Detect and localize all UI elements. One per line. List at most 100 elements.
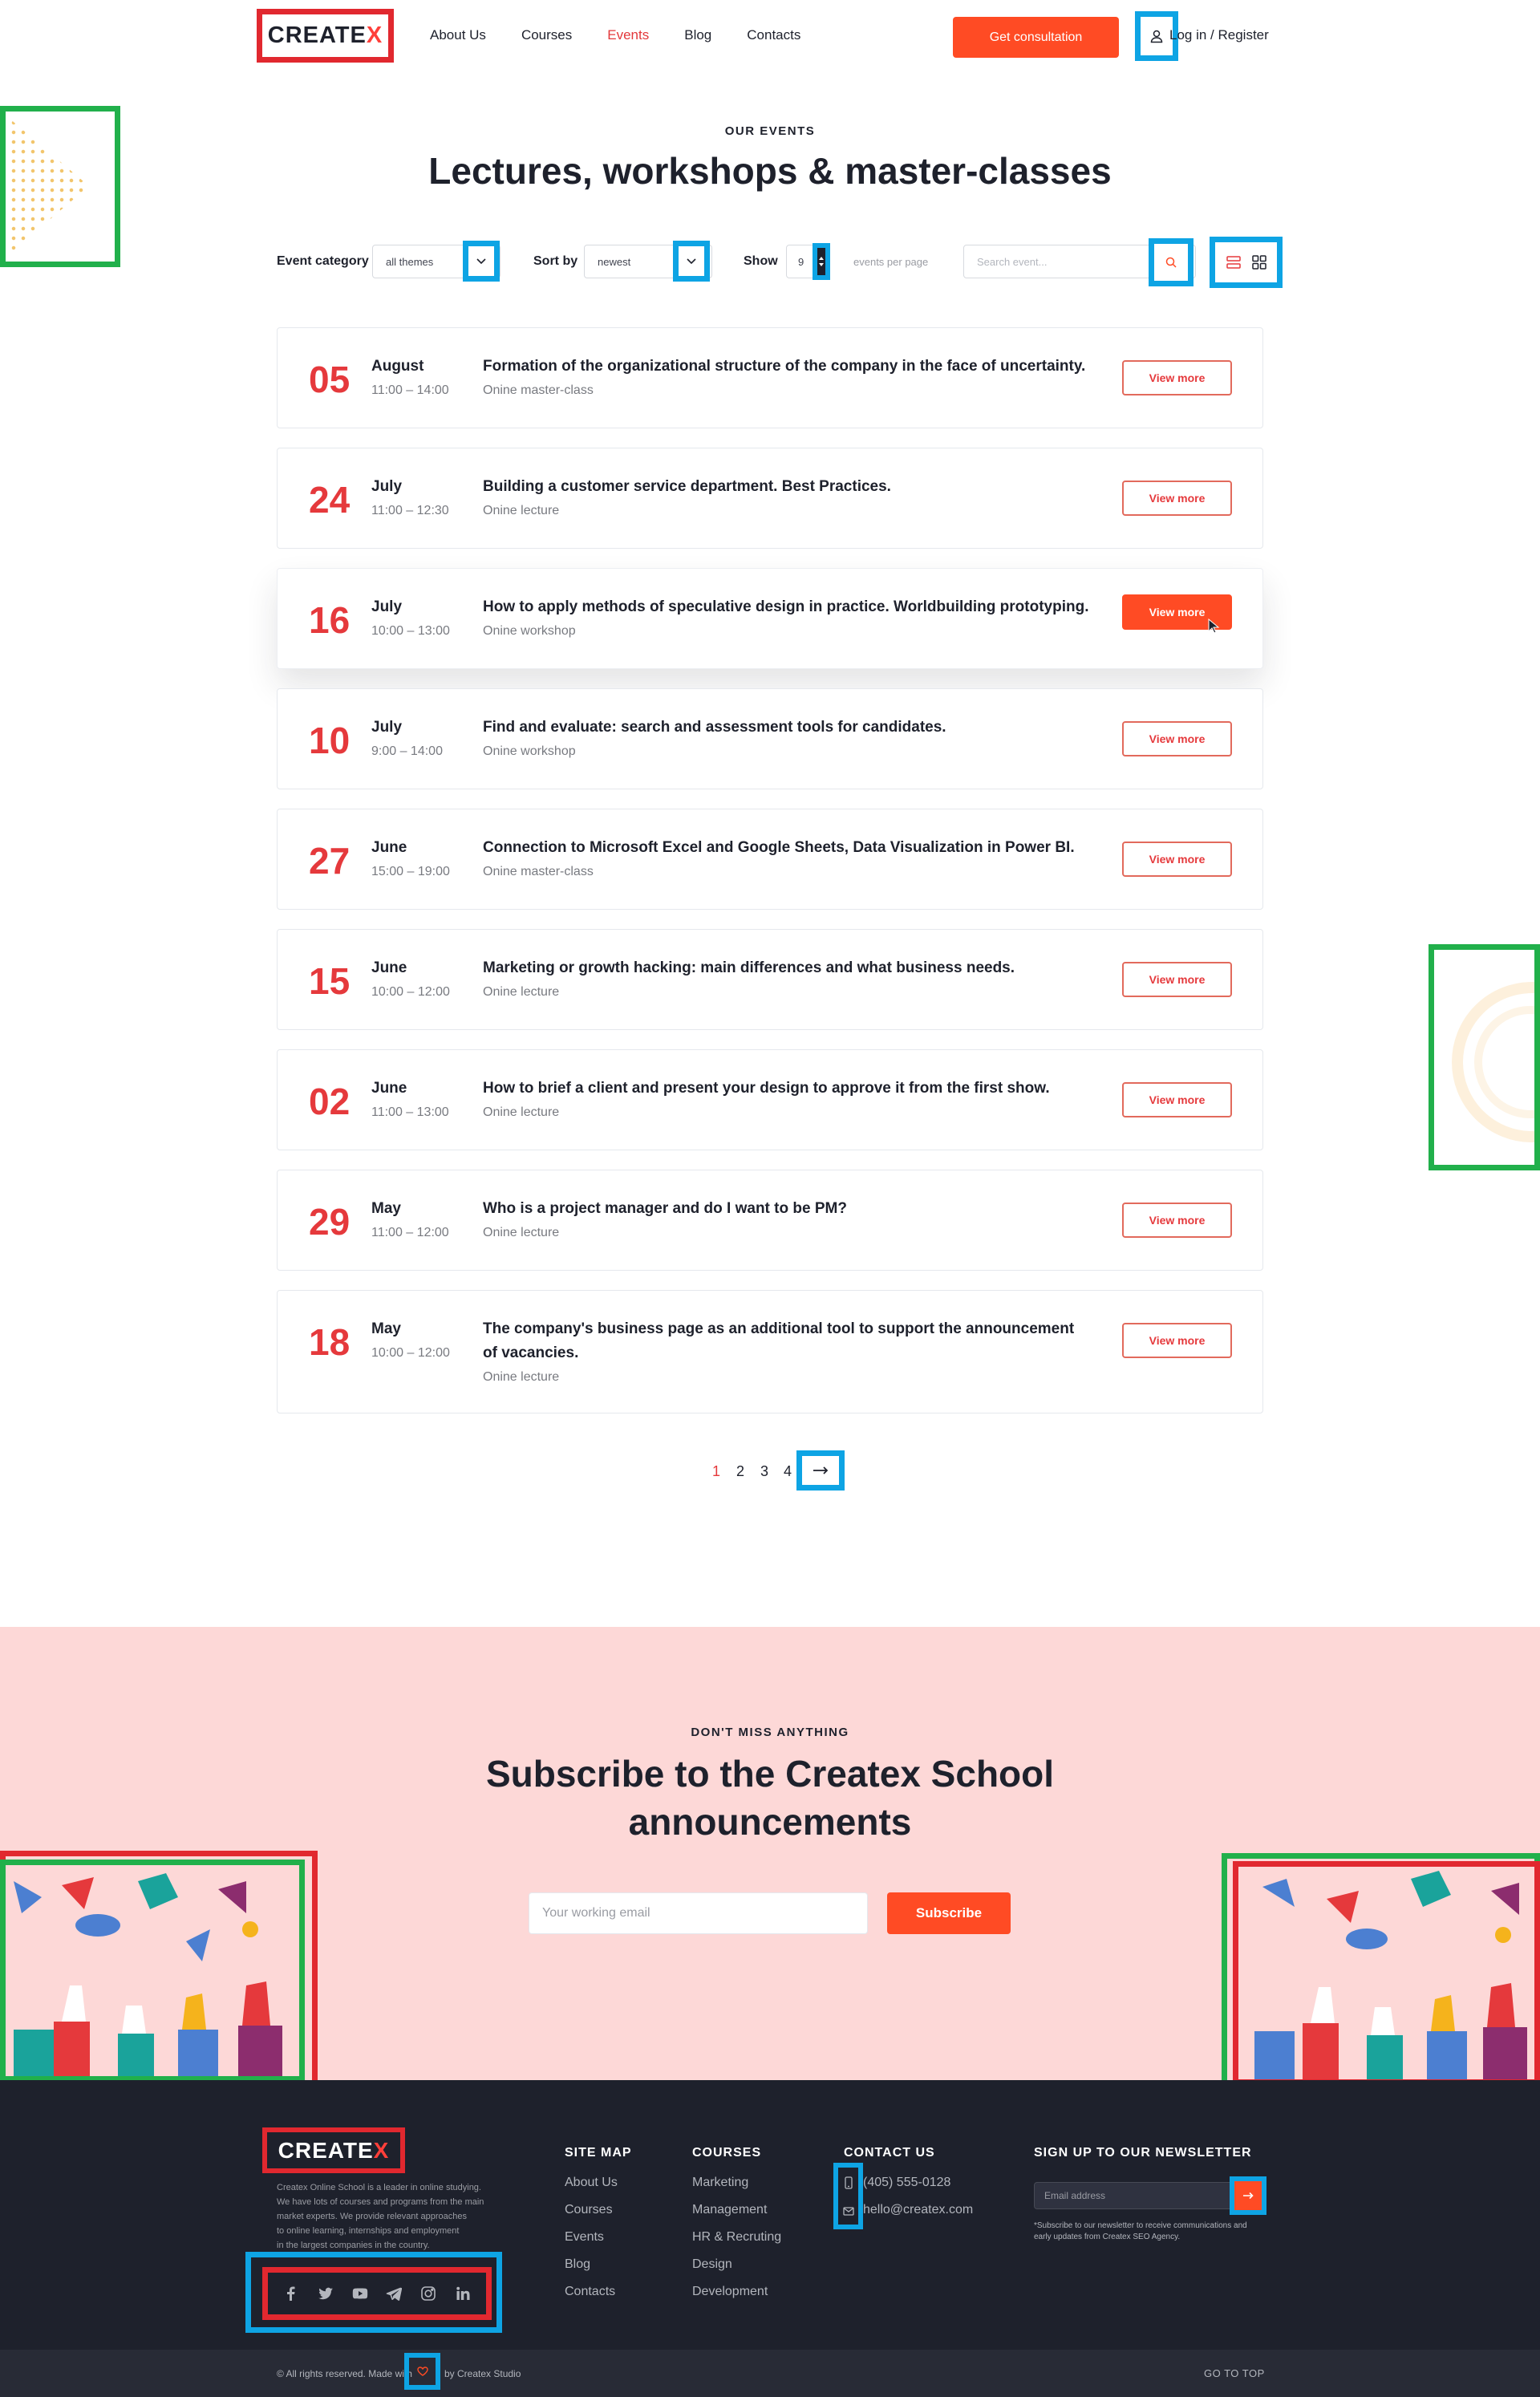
newsletter-email-input[interactable]: Email address (1034, 2182, 1237, 2209)
mail-icon (842, 2207, 854, 2216)
view-more-button[interactable]: View more (1122, 842, 1232, 877)
event-card: 02 June 11:00 – 13:00 How to brief a cli… (277, 1049, 1263, 1150)
footer-logo[interactable]: CREATE X (262, 2127, 405, 2173)
sitemap-contacts[interactable]: Contacts (565, 2278, 618, 2306)
event-type: Onine lecture (483, 985, 560, 999)
event-month: June (371, 959, 407, 976)
mouse-cursor-icon (1208, 619, 1220, 634)
login-register-link[interactable]: Log in / Register (1169, 27, 1269, 43)
course-hr-recruting[interactable]: HR & Recruting (692, 2224, 781, 2251)
newsletter-note-line: *Subscribe to our newsletter to receive … (1034, 2221, 1247, 2230)
telegram-icon[interactable] (386, 2285, 403, 2302)
get-consultation-button[interactable]: Get consultation (953, 17, 1119, 58)
event-title[interactable]: Marketing or growth hacking: main differ… (483, 956, 1092, 980)
contact-email[interactable]: hello@createx.com (863, 2196, 973, 2224)
show-count-spinner-icon[interactable] (813, 243, 830, 280)
subscribe-title-line1: Subscribe to the Createx School (485, 1753, 1055, 1795)
header-logo[interactable]: CREATE X (257, 9, 394, 63)
sort-chevron-down-icon[interactable] (673, 241, 710, 282)
list-view-icon[interactable] (1226, 255, 1241, 270)
page-title: Lectures, workshops & master-classes (428, 150, 1112, 192)
page-2[interactable]: 2 (736, 1463, 744, 1480)
event-type: Onine master-class (483, 383, 594, 397)
youtube-icon[interactable] (352, 2285, 368, 2302)
course-design[interactable]: Design (692, 2251, 781, 2278)
page-1[interactable]: 1 (712, 1463, 720, 1480)
search-placeholder: Search event... (977, 255, 1048, 268)
nav-courses[interactable]: Courses (521, 27, 572, 43)
twitter-icon[interactable] (318, 2285, 334, 2302)
view-more-button[interactable]: View more (1122, 481, 1232, 516)
logo-text: CREATE (267, 22, 367, 48)
footer-about-line: in the largest companies in the country. (277, 2241, 430, 2250)
course-marketing[interactable]: Marketing (692, 2169, 781, 2196)
event-time: 11:00 – 12:00 (371, 1226, 449, 1239)
view-more-button[interactable]: View more (1122, 1203, 1232, 1238)
nav-blog[interactable]: Blog (684, 27, 711, 43)
subscribe-email-input[interactable]: Your working email (529, 1892, 868, 1934)
nav-contacts[interactable]: Contacts (747, 27, 800, 43)
view-more-button[interactable]: View more (1122, 721, 1232, 756)
event-title[interactable]: Formation of the organizational structur… (483, 355, 1092, 379)
event-title[interactable]: Connection to Microsoft Excel and Google… (483, 836, 1092, 860)
contact-phone[interactable]: (405) 555-0128 (863, 2169, 950, 2196)
course-management[interactable]: Management (692, 2196, 781, 2224)
search-icon[interactable] (1149, 238, 1194, 286)
event-day: 24 (309, 479, 351, 521)
sitemap-courses[interactable]: Courses (565, 2196, 618, 2224)
view-more-button[interactable]: View more (1122, 1323, 1232, 1358)
newsletter-heading: SIGN UP TO OUR NEWSLETTER (1034, 2146, 1252, 2160)
next-page-arrow-icon[interactable] (796, 1450, 845, 1491)
event-time: 11:00 – 13:00 (371, 1105, 449, 1119)
linkedin-icon[interactable] (455, 2285, 471, 2302)
facebook-icon[interactable] (283, 2285, 299, 2302)
event-time: 11:00 – 14:00 (371, 383, 449, 397)
event-title[interactable]: Building a customer service department. … (483, 475, 1092, 499)
page-3[interactable]: 3 (760, 1463, 768, 1480)
go-to-top-link[interactable]: GO TO TOP (1204, 2367, 1265, 2379)
view-more-button[interactable]: View more (1122, 360, 1232, 395)
event-title[interactable]: Find and evaluate: search and assessment… (483, 716, 1092, 740)
event-card: 05 August 11:00 – 14:00 Formation of the… (277, 327, 1263, 428)
category-value: all themes (386, 255, 434, 268)
sitemap-events[interactable]: Events (565, 2224, 618, 2251)
event-type: Onine lecture (483, 504, 560, 517)
footer-about: Createx Online School is a leader in onl… (277, 2180, 509, 2253)
footer-logo-x: X (373, 2137, 390, 2163)
show-label: Show (744, 254, 778, 268)
view-toggle (1210, 237, 1283, 288)
contact-icons (833, 2163, 863, 2229)
course-development[interactable]: Development (692, 2278, 781, 2306)
event-title[interactable]: How to brief a client and present your d… (483, 1077, 1092, 1101)
category-chevron-down-icon[interactable] (463, 241, 500, 282)
decor-circle-frame (1429, 944, 1540, 1170)
event-time: 10:00 – 13:00 (371, 624, 450, 638)
event-title[interactable]: Who is a project manager and do I want t… (483, 1197, 1092, 1221)
category-label: Event category (277, 254, 369, 268)
sort-label: Sort by (533, 254, 578, 268)
grid-view-icon[interactable] (1251, 255, 1266, 270)
event-title[interactable]: The company's business page as an additi… (483, 1317, 1092, 1365)
copyright-suffix: by Createx Studio (444, 2368, 521, 2379)
newsletter-submit-arrow-icon[interactable] (1230, 2176, 1266, 2215)
footer-about-line: We have lots of courses and programs fro… (277, 2197, 484, 2207)
sitemap-about-us[interactable]: About Us (565, 2169, 618, 2196)
nav-about-us[interactable]: About Us (430, 27, 486, 43)
event-title[interactable]: How to apply methods of speculative desi… (483, 595, 1092, 619)
event-month: July (371, 598, 403, 615)
event-time: 9:00 – 14:00 (371, 744, 443, 758)
show-count-value: 9 (798, 255, 804, 268)
page-4[interactable]: 4 (784, 1463, 792, 1480)
event-month: June (371, 1080, 407, 1097)
instagram-icon[interactable] (420, 2285, 436, 2302)
event-type: Onine workshop (483, 624, 576, 638)
sitemap-blog[interactable]: Blog (565, 2251, 618, 2278)
event-time: 10:00 – 12:00 (371, 1346, 450, 1360)
nav-events[interactable]: Events (607, 27, 649, 43)
event-time: 10:00 – 12:00 (371, 985, 450, 999)
view-more-button[interactable]: View more (1122, 1082, 1232, 1117)
sort-value: newest (598, 255, 631, 268)
view-more-button[interactable]: View more (1122, 962, 1232, 997)
event-type: Onine lecture (483, 1370, 560, 1384)
subscribe-button[interactable]: Subscribe (887, 1892, 1011, 1934)
